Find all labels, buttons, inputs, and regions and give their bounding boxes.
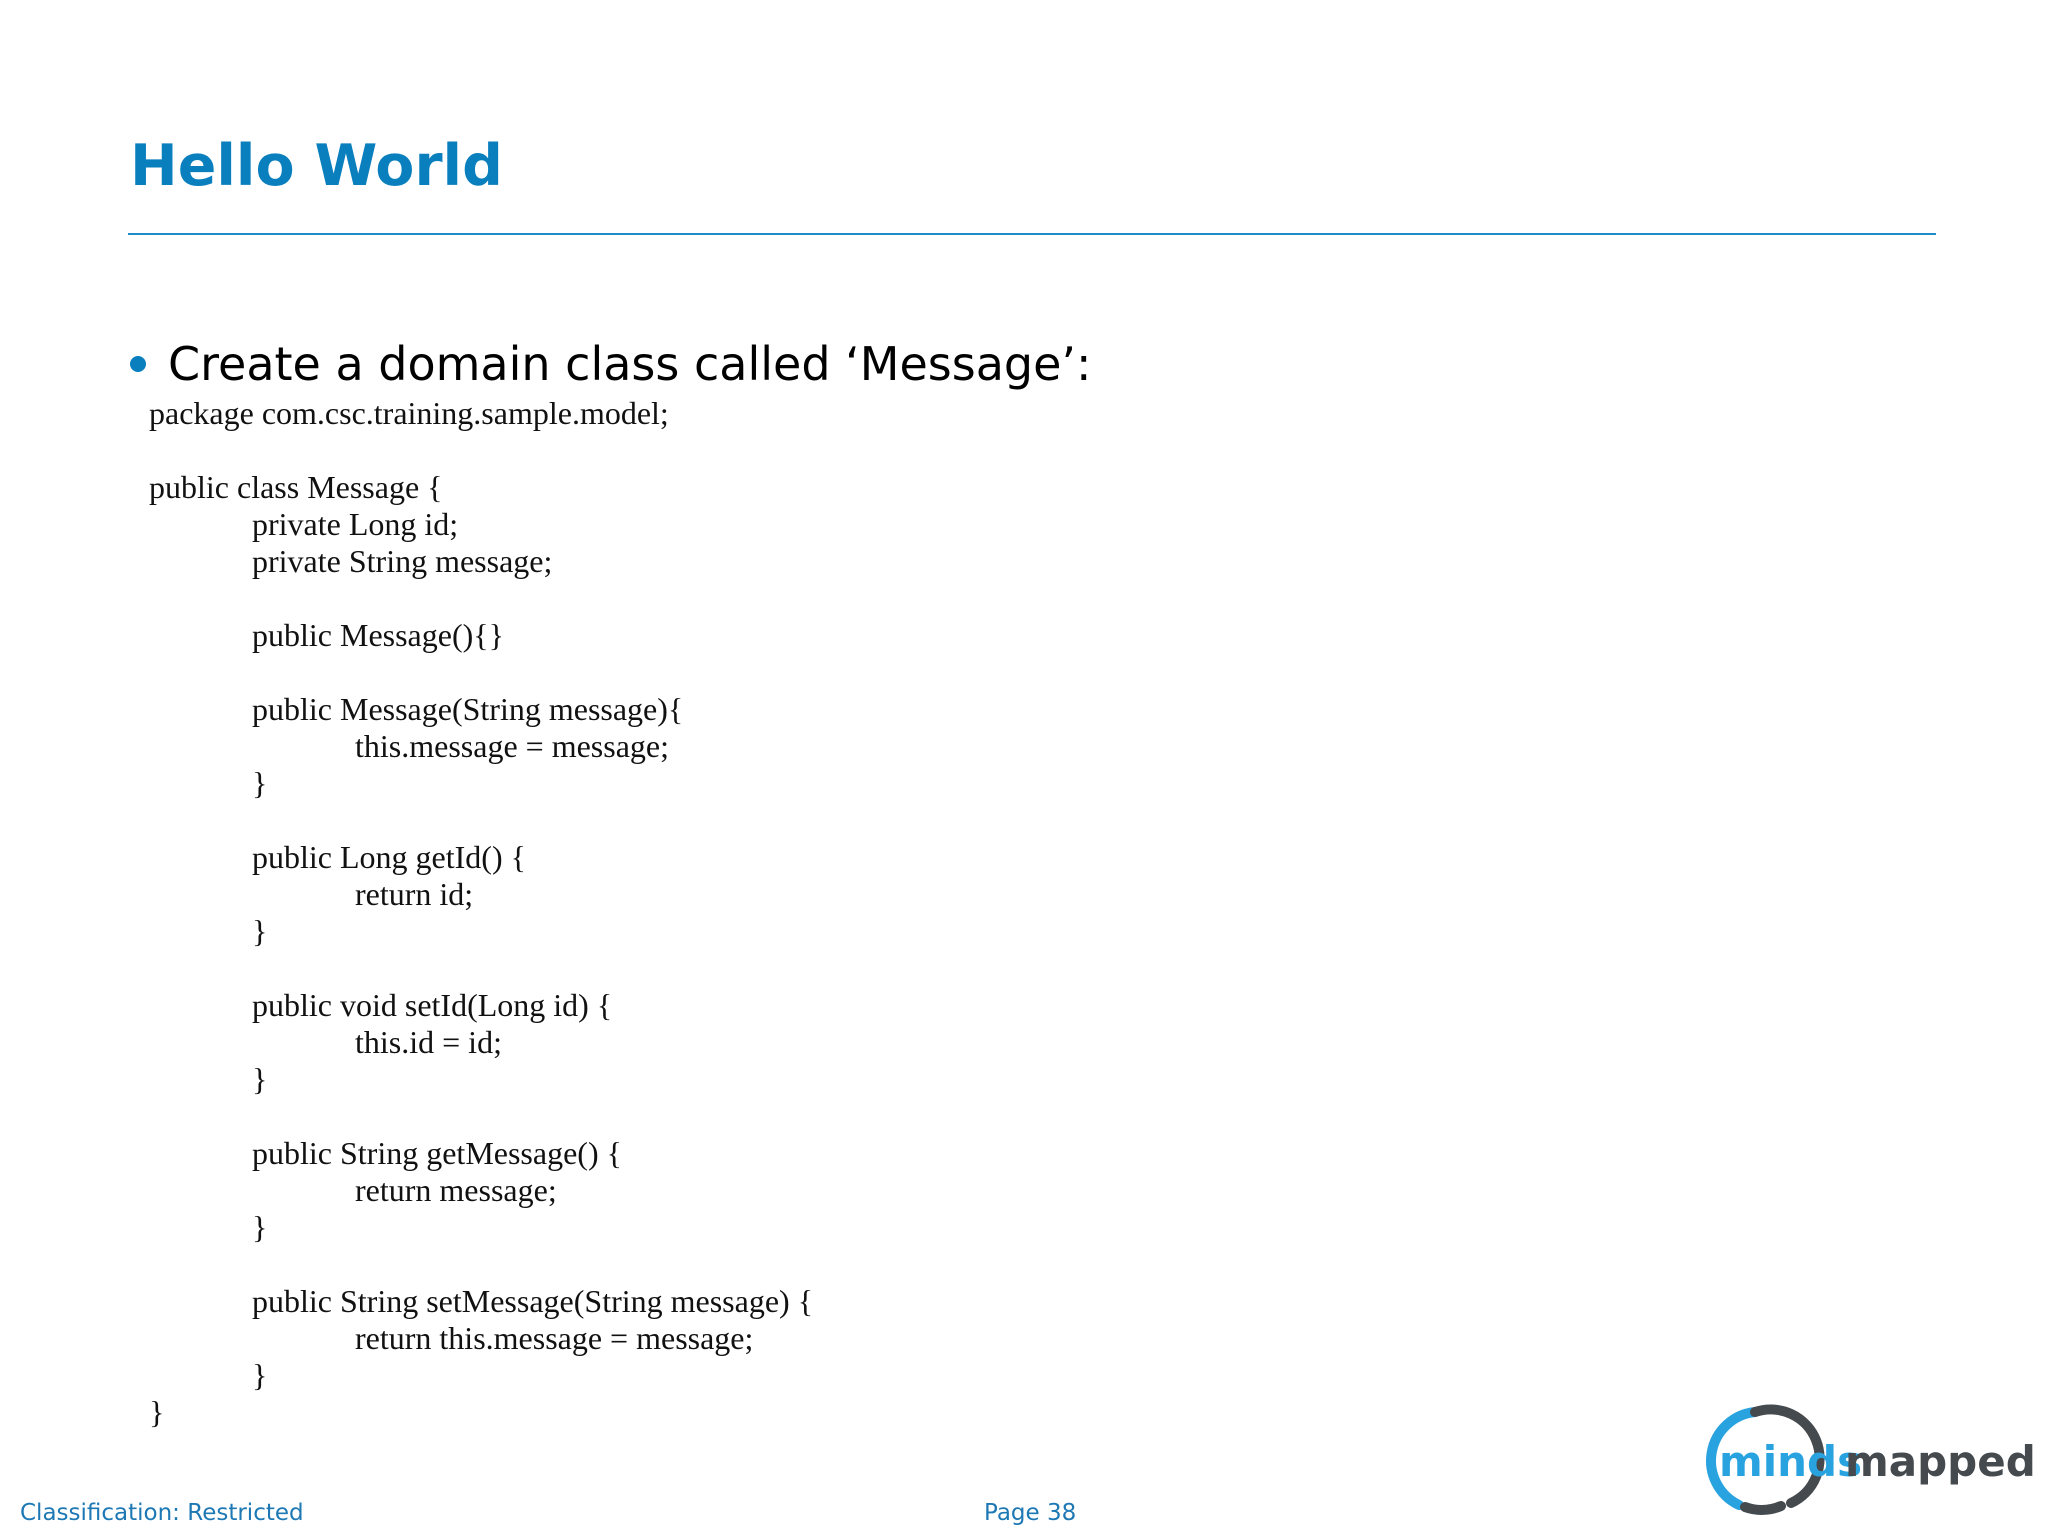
code-line: public Message(){}: [252, 617, 504, 653]
code-line: return id;: [355, 876, 474, 912]
code-line: public void setId(Long id) {: [252, 987, 613, 1023]
code-line: public class Message {: [149, 469, 443, 505]
logo-text-mapped: mapped: [1845, 1437, 2035, 1486]
bullet-dot-icon: [130, 356, 146, 372]
code-line: private String message;: [252, 543, 553, 579]
footer-page-number: Page 38: [984, 1500, 1077, 1526]
code-line: this.id = id;: [355, 1024, 502, 1060]
code-block: package com.csc.training.sample.model; p…: [149, 395, 1349, 1431]
code-line: public Long getId() {: [252, 839, 526, 875]
code-line: return message;: [355, 1172, 557, 1208]
slide-title: Hello World: [130, 133, 503, 199]
bullet-item: Create a domain class called ‘Message’:: [130, 332, 1092, 396]
slide: Hello World Create a domain class called…: [0, 0, 2048, 1536]
code-line: }: [149, 1394, 165, 1430]
logo-ring-dark-bottom: [1740, 1501, 1786, 1515]
code-line: }: [252, 1357, 268, 1393]
mindsmapped-logo: minds mapped: [1706, 1404, 2035, 1515]
logo-text-minds: minds: [1719, 1437, 1862, 1486]
code-line: package com.csc.training.sample.model;: [149, 395, 669, 431]
code-line: public String getMessage() {: [252, 1135, 622, 1171]
code-line: public Message(String message){: [252, 691, 684, 727]
title-divider: [128, 233, 1936, 235]
footer-classification: Classification: Restricted: [20, 1500, 304, 1526]
code-line: return this.message = message;: [355, 1320, 754, 1356]
code-line: }: [252, 1061, 268, 1097]
code-line: }: [252, 765, 268, 801]
bullet-text: Create a domain class called ‘Message’:: [168, 337, 1092, 391]
code-line: private Long id;: [252, 506, 459, 542]
code-line: this.message = message;: [355, 728, 669, 764]
code-line: }: [252, 913, 268, 949]
code-line: }: [252, 1209, 268, 1245]
code-line: public String setMessage(String message)…: [252, 1283, 814, 1319]
